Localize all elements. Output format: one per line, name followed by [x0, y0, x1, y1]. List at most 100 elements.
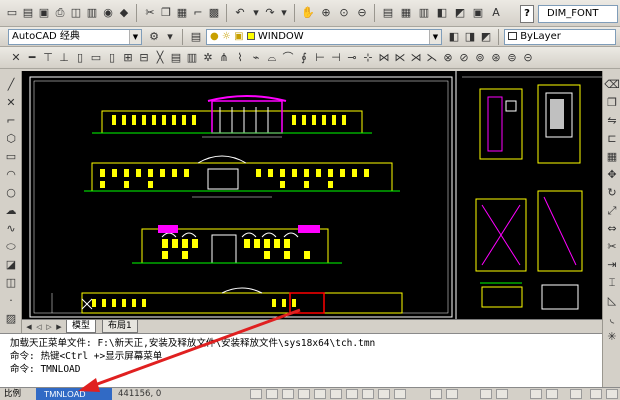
dyn-icon[interactable]: [362, 389, 374, 399]
cut-icon[interactable]: ✂: [142, 5, 158, 21]
point-icon[interactable]: ·: [3, 293, 19, 309]
scale-icon[interactable]: ⤢: [604, 203, 620, 219]
hatch-icon[interactable]: ▨: [3, 311, 19, 327]
revcloud-icon[interactable]: ☁: [3, 203, 19, 219]
tool-3-icon[interactable]: ⊤: [40, 50, 56, 66]
zoom-previous-icon[interactable]: ⊖: [354, 5, 370, 21]
snap-icon[interactable]: [250, 389, 262, 399]
workspace-combo[interactable]: AutoCAD 经典 ▼: [8, 29, 142, 45]
toolbar-lock-icon[interactable]: [590, 389, 602, 399]
pan-status-icon[interactable]: [480, 389, 492, 399]
tool-26-icon[interactable]: ⋊: [408, 50, 424, 66]
tool-4-icon[interactable]: ⊥: [56, 50, 72, 66]
save-icon[interactable]: ▣: [36, 5, 52, 21]
tab-model[interactable]: 模型: [66, 320, 97, 333]
copy-icon[interactable]: ❐: [158, 5, 174, 21]
layer-previous-icon[interactable]: ◨: [462, 29, 478, 45]
move-icon[interactable]: ✥: [604, 167, 620, 183]
tool-17-icon[interactable]: ⌓: [264, 50, 280, 66]
polar-icon[interactable]: [298, 389, 310, 399]
insert-block-icon[interactable]: ◪: [3, 257, 19, 273]
workspace-save-icon[interactable]: ▾: [162, 29, 178, 45]
tool-29-icon[interactable]: ⊘: [456, 50, 472, 66]
zoom-status-icon[interactable]: [496, 389, 508, 399]
line-icon[interactable]: ╱: [3, 77, 19, 93]
fillet-icon[interactable]: ◟: [604, 311, 620, 327]
tool-16-icon[interactable]: ⌁: [248, 50, 264, 66]
chamfer-icon[interactable]: ◺: [604, 293, 620, 309]
tool-21-icon[interactable]: ⊣: [328, 50, 344, 66]
tab-layout1[interactable]: 布局1: [102, 320, 138, 333]
arc-icon[interactable]: ◠: [3, 167, 19, 183]
preview-icon[interactable]: ◫: [68, 5, 84, 21]
erase-icon[interactable]: ⌫: [604, 77, 620, 93]
tool-23-icon[interactable]: ⊹: [360, 50, 376, 66]
trim-icon[interactable]: ✂: [604, 239, 620, 255]
clean-screen-icon[interactable]: [606, 389, 618, 399]
command-window[interactable]: 加载天正菜单文件: F:\新天正,安装及释放文件\安装释放文件\sys18x64…: [0, 333, 602, 387]
tool-13-icon[interactable]: ✲: [200, 50, 216, 66]
circle-icon[interactable]: ○: [3, 185, 19, 201]
annotation-visibility-icon[interactable]: [546, 389, 558, 399]
sheet-set-icon[interactable]: ◧: [434, 5, 450, 21]
tool-18-icon[interactable]: ⌒: [280, 50, 296, 66]
tool-27-icon[interactable]: ⋋: [424, 50, 440, 66]
plot-icon[interactable]: ⎙: [52, 5, 68, 21]
tool-2-icon[interactable]: ━: [24, 50, 40, 66]
tool-15-icon[interactable]: ⌇: [232, 50, 248, 66]
layer-states-icon[interactable]: ◩: [478, 29, 494, 45]
osnap-icon[interactable]: [314, 389, 326, 399]
workspace-settings-icon[interactable]: ⚙: [146, 29, 162, 45]
xline-icon[interactable]: ✕: [3, 95, 19, 111]
tool-palettes-icon[interactable]: ▥: [416, 5, 432, 21]
design-center-icon[interactable]: ▦: [398, 5, 414, 21]
pan-icon[interactable]: ✋: [300, 5, 316, 21]
lwt-icon[interactable]: [378, 389, 390, 399]
undo-icon[interactable]: ↶: [232, 5, 248, 21]
tool-8-icon[interactable]: ⊞: [120, 50, 136, 66]
quickcalc-icon[interactable]: ▣: [470, 5, 486, 21]
tool-25-icon[interactable]: ⋉: [392, 50, 408, 66]
text-style-combo[interactable]: DIM_FONT: [538, 5, 618, 23]
redo-dropdown-icon[interactable]: ▾: [276, 5, 292, 21]
paste-icon[interactable]: ▦: [174, 5, 190, 21]
drawing-canvas[interactable]: [22, 71, 602, 319]
tool-19-icon[interactable]: ∮: [296, 50, 312, 66]
zoom-window-icon[interactable]: ⊙: [336, 5, 352, 21]
tool-33-icon[interactable]: ⊝: [520, 50, 536, 66]
workspace-switch-icon[interactable]: [570, 389, 582, 399]
block-editor-icon[interactable]: ▩: [206, 5, 222, 21]
qp-icon[interactable]: [394, 389, 406, 399]
tool-5-icon[interactable]: ▯: [72, 50, 88, 66]
mirror-icon[interactable]: ⇋: [604, 113, 620, 129]
zoom-realtime-icon[interactable]: ⊕: [318, 5, 334, 21]
rotate-icon[interactable]: ↻: [604, 185, 620, 201]
tool-24-icon[interactable]: ⋈: [376, 50, 392, 66]
tool-31-icon[interactable]: ⊛: [488, 50, 504, 66]
match-prop-icon[interactable]: ⌐: [190, 5, 206, 21]
stretch-icon[interactable]: ⇔: [604, 221, 620, 237]
break-icon[interactable]: ⌶: [604, 275, 620, 291]
tool-30-icon[interactable]: ⊚: [472, 50, 488, 66]
ducs-icon[interactable]: [346, 389, 358, 399]
new-file-icon[interactable]: ▭: [4, 5, 20, 21]
offset-icon[interactable]: ⊏: [604, 131, 620, 147]
rectangle-icon[interactable]: ▭: [3, 149, 19, 165]
copy-object-icon[interactable]: ❐: [604, 95, 620, 111]
web-icon[interactable]: ◉: [100, 5, 116, 21]
tool-11-icon[interactable]: ▤: [168, 50, 184, 66]
polygon-icon[interactable]: ⬡: [3, 131, 19, 147]
ellipse-icon[interactable]: ⬭: [3, 239, 19, 255]
tool-32-icon[interactable]: ⊜: [504, 50, 520, 66]
tool-22-icon[interactable]: ⊸: [344, 50, 360, 66]
3d-icon[interactable]: ◆: [116, 5, 132, 21]
grid-icon[interactable]: [266, 389, 278, 399]
otrack-icon[interactable]: [330, 389, 342, 399]
spline-icon[interactable]: ∿: [3, 221, 19, 237]
text-style-icon[interactable]: A: [488, 5, 504, 21]
model-space-icon[interactable]: [430, 389, 442, 399]
annotation-scale-icon[interactable]: [530, 389, 542, 399]
markup-icon[interactable]: ◩: [452, 5, 468, 21]
open-file-icon[interactable]: ▤: [20, 5, 36, 21]
tool-6-icon[interactable]: ▭: [88, 50, 104, 66]
